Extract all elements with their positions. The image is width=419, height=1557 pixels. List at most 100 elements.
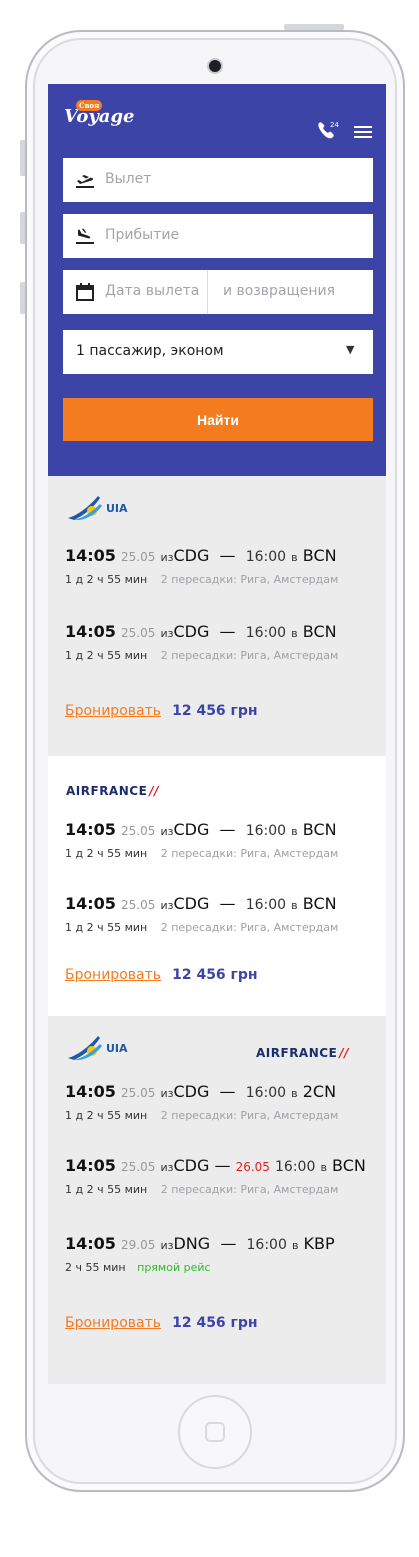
dep-time: 14:05	[65, 894, 116, 913]
phone-badge: 24	[330, 121, 339, 129]
book-link[interactable]: Бронировать	[65, 967, 161, 983]
from-airport: CDG	[173, 1082, 210, 1101]
menu-icon[interactable]	[354, 126, 372, 140]
duration: 1 д 2 ч 55 мин	[65, 1109, 148, 1122]
book-link[interactable]: Бронировать	[65, 703, 161, 719]
to-prefix: в	[320, 1161, 327, 1174]
flight-leg: 14:05 25.05 изCDG — 16:00 в 2CN 1 д 2 ч …	[65, 1082, 338, 1122]
stops-info: 2 пересадки: Рига, Амстердам	[160, 847, 339, 860]
to-airport: BCN	[332, 1156, 366, 1175]
duration: 2 ч 55 мин	[65, 1261, 126, 1274]
to-airport: BCN	[302, 894, 337, 913]
from-airport: CDG	[173, 1156, 210, 1175]
stops-info: 2 пересадки: Рига, Амстердам	[160, 921, 339, 934]
calendar-icon	[76, 283, 94, 301]
takeoff-icon	[76, 175, 94, 188]
arr-date-next-day: 26.05	[235, 1160, 270, 1174]
result-card: UIA 14:05 25.05 изCDG — 16:00 в BCN 1 д …	[48, 476, 386, 756]
price: 12 456 грн	[172, 1315, 258, 1331]
arr-time: 16:00	[245, 1085, 287, 1101]
dep-time: 14:05	[65, 546, 116, 565]
to-airport: BCN	[302, 622, 337, 641]
stops-info: 2 пересадки: Рига, Амстердам	[160, 573, 339, 586]
direct-flight-badge: прямой рейс	[137, 1261, 211, 1274]
airfrance-logo-icon: AIRFRANCE//	[256, 1046, 350, 1060]
dep-time: 14:05	[65, 1156, 116, 1175]
to-prefix: в	[291, 899, 298, 912]
search-button[interactable]: Найти	[63, 398, 373, 441]
to-prefix: в	[291, 627, 298, 640]
date-return-placeholder[interactable]: и возвращения	[223, 283, 335, 299]
from-airport: CDG	[173, 622, 210, 641]
logo-icon[interactable]: Своя Voyage	[64, 100, 134, 127]
route-dash: —	[219, 820, 236, 839]
dep-date: 25.05	[121, 824, 156, 838]
booking-row: Бронировать 12 456 грн	[65, 700, 258, 719]
duration: 1 д 2 ч 55 мин	[65, 649, 148, 662]
dep-date: 25.05	[121, 626, 156, 640]
passengers-value: 1 пассажир, эконом	[76, 343, 224, 359]
uia-logo-text: UIA	[106, 1042, 128, 1055]
result-card: AIRFRANCE// 14:05 25.05 изCDG — 16:00 в …	[48, 756, 386, 1016]
to-airport: KBP	[303, 1234, 335, 1253]
dep-time: 14:05	[65, 622, 116, 641]
duration: 1 д 2 ч 55 мин	[65, 847, 148, 860]
from-prefix: из	[160, 551, 174, 564]
arr-time: 16:00	[246, 1237, 287, 1253]
from-prefix: из	[160, 1161, 174, 1174]
to-prefix: в	[291, 825, 298, 838]
to-airport: BCN	[302, 546, 337, 565]
from-prefix: из	[160, 627, 174, 640]
home-button[interactable]	[178, 1395, 252, 1469]
flight-leg: 14:05 25.05 изCDG — 16:00 в BCN 1 д 2 ч …	[65, 622, 338, 662]
flight-leg: 14:05 25.05 изCDG — 26.05 16:00 в BCN 1 …	[65, 1156, 366, 1196]
logo-tag: Своя	[76, 100, 103, 111]
duration: 1 д 2 ч 55 мин	[65, 1183, 148, 1196]
uia-logo-text: UIA	[106, 502, 128, 515]
from-airport: DNG	[173, 1234, 211, 1253]
from-prefix: из	[160, 1087, 174, 1100]
dep-time: 14:05	[65, 1082, 116, 1101]
stops-info: 2 пересадки: Рига, Амстердам	[160, 1109, 339, 1122]
camera-icon	[207, 58, 223, 74]
route-dash: —	[219, 894, 236, 913]
arr-time: 16:00	[245, 549, 287, 565]
passengers-select[interactable]: 1 пассажир, эконом ▼	[63, 330, 373, 374]
date-departure-placeholder[interactable]: Дата вылета	[105, 283, 199, 299]
to-airport: 2CN	[302, 1082, 337, 1101]
price: 12 456 грн	[172, 967, 258, 983]
price: 12 456 грн	[172, 703, 258, 719]
dates-divider	[207, 270, 208, 314]
route-dash: —	[214, 1156, 231, 1175]
from-prefix: из	[160, 1239, 174, 1252]
dep-date: 29.05	[121, 1238, 156, 1252]
dep-date: 25.05	[121, 1160, 156, 1174]
duration: 1 д 2 ч 55 мин	[65, 573, 148, 586]
departure-field[interactable]: Вылет	[63, 158, 373, 202]
book-link[interactable]: Бронировать	[65, 1315, 161, 1331]
flight-leg: 14:05 29.05 изDNG — 16:00 в KBP 2 ч 55 м…	[65, 1234, 335, 1274]
dep-date: 25.05	[121, 1086, 156, 1100]
arrival-field[interactable]: Прибытие	[63, 214, 373, 258]
booking-row: Бронировать 12 456 грн	[65, 1312, 258, 1331]
caret-down-icon: ▼	[346, 343, 355, 356]
dates-field[interactable]: Дата вылета и возвращения	[63, 270, 373, 314]
duration: 1 д 2 ч 55 мин	[65, 921, 148, 934]
flight-leg: 14:05 25.05 изCDG — 16:00 в BCN 1 д 2 ч …	[65, 894, 338, 934]
phone-24-icon[interactable]: 24	[316, 120, 340, 140]
flight-leg: 14:05 25.05 изCDG — 16:00 в BCN 1 д 2 ч …	[65, 820, 338, 860]
route-dash: —	[219, 1082, 236, 1101]
from-airport: CDG	[173, 546, 210, 565]
route-dash: —	[219, 622, 236, 641]
arrival-placeholder: Прибытие	[105, 227, 180, 243]
departure-placeholder: Вылет	[105, 171, 152, 187]
result-card: UIA AIRFRANCE// 14:05 25.05 изCDG — 16:0…	[48, 1016, 386, 1384]
booking-row: Бронировать 12 456 грн	[65, 964, 258, 983]
to-prefix: в	[291, 1239, 299, 1252]
from-airport: CDG	[173, 894, 210, 913]
landing-icon	[76, 228, 94, 244]
arr-time: 16:00	[275, 1159, 316, 1175]
from-prefix: из	[160, 825, 174, 838]
flight-leg: 14:05 25.05 изCDG — 16:00 в BCN 1 д 2 ч …	[65, 546, 338, 586]
to-prefix: в	[291, 551, 298, 564]
